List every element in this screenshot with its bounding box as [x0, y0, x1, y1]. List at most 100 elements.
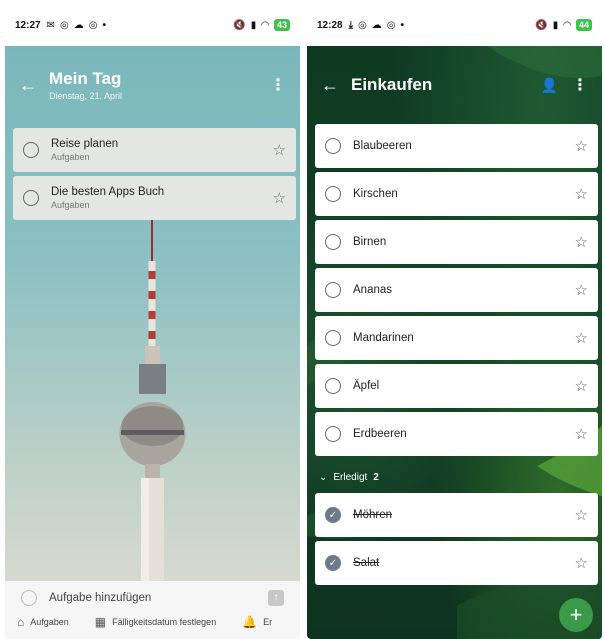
due-date-option-label[interactable]: Fälligkeitsdatum festlegen	[112, 617, 216, 627]
completed-label: Erledigt	[333, 471, 368, 483]
phone-right-shopping-list: 12:28 ⤓ ◎ ☁ ◎ • 🔇 ▮ ◠ 44 ← Einkaufen 👤 ⋮	[307, 4, 602, 639]
status-bar: 12:27 ✉ ◎ ☁ ◎ • 🔇 ▮ ◠ 43	[5, 4, 300, 46]
instagram-icon: ◎	[386, 19, 396, 31]
complete-checkbox[interactable]	[325, 330, 341, 346]
instagram-icon: ◎	[59, 19, 69, 31]
more-vertical-icon[interactable]: ⋮	[572, 75, 588, 95]
complete-checkbox[interactable]	[325, 282, 341, 298]
star-outline-icon[interactable]: ☆	[575, 554, 588, 572]
completed-task-item[interactable]: ✓ Möhren ☆	[315, 493, 598, 537]
star-outline-icon[interactable]: ☆	[575, 233, 588, 251]
task-title: Die besten Apps Buch	[51, 186, 165, 198]
signal-icon: ▮	[250, 19, 257, 31]
task-item[interactable]: Die besten Apps Buch Aufgaben ☆	[13, 176, 296, 220]
instagram-icon: ◎	[88, 19, 98, 31]
task-title: Blaubeeren	[353, 140, 412, 152]
mail-icon: ✉	[46, 19, 55, 31]
star-outline-icon[interactable]: ☆	[575, 425, 588, 443]
task-title: Möhren	[353, 509, 392, 521]
task-title: Ananas	[353, 284, 393, 296]
list-option-label[interactable]: Aufgaben	[30, 617, 69, 627]
task-item[interactable]: Birnen ☆	[315, 220, 598, 264]
complete-checkbox[interactable]	[325, 234, 341, 250]
star-outline-icon[interactable]: ☆	[575, 506, 588, 524]
status-time: 12:28	[317, 19, 343, 31]
complete-checkbox[interactable]	[325, 186, 341, 202]
task-item[interactable]: Erdbeeren ☆	[315, 412, 598, 456]
chevron-down-icon: ⌄	[319, 471, 328, 483]
more-vertical-icon[interactable]: ⋮	[270, 75, 286, 95]
complete-checkbox[interactable]	[23, 190, 39, 206]
task-item[interactable]: Reise planen Aufgaben ☆	[13, 128, 296, 172]
completed-section-toggle[interactable]: ⌄ Erledigt 2	[319, 467, 379, 487]
add-task-input[interactable]: Aufgabe hinzufügen	[49, 592, 151, 604]
task-title: Äpfel	[353, 380, 380, 392]
bell-icon[interactable]: 🔔	[242, 615, 257, 629]
notification-icons: ⤓ ◎ ☁ ◎ •	[349, 20, 404, 31]
complete-checkbox[interactable]	[325, 378, 341, 394]
dot-icon: •	[400, 19, 404, 31]
checkmark-icon[interactable]: ✓	[325, 555, 341, 571]
battery-indicator: 43	[273, 19, 290, 31]
instagram-icon: ◎	[358, 19, 367, 31]
task-item[interactable]: Mandarinen ☆	[315, 316, 598, 360]
task-title: Erdbeeren	[353, 428, 407, 440]
task-list-name: Aufgaben	[51, 152, 90, 162]
system-icons: 🔇 ▮ ◠ 44	[535, 19, 592, 31]
star-outline-icon[interactable]: ☆	[575, 329, 588, 347]
add-task-row[interactable]: Aufgabe hinzufügen ↑	[5, 581, 300, 607]
wifi-icon: ◠	[563, 19, 571, 31]
system-icons: 🔇 ▮ ◠ 43	[233, 19, 290, 31]
task-list-name: Aufgaben	[51, 200, 90, 210]
cloud-icon: ☁	[371, 19, 382, 31]
add-task-bar: Aufgabe hinzufügen ↑ ⌂ Aufgaben ▦ Fällig…	[5, 581, 300, 639]
back-arrow-icon[interactable]: ←	[19, 75, 45, 96]
page-title: Einkaufen	[351, 75, 433, 94]
mute-icon: 🔇	[535, 19, 548, 31]
task-item[interactable]: Kirschen ☆	[315, 172, 598, 216]
task-title: Kirschen	[353, 188, 398, 200]
submit-arrow-icon[interactable]: ↑	[268, 589, 284, 606]
checkmark-icon[interactable]: ✓	[325, 507, 341, 523]
mute-icon: 🔇	[233, 19, 246, 31]
task-item[interactable]: Blaubeeren ☆	[315, 124, 598, 168]
list-header: ← Einkaufen 👤 ⋮	[307, 46, 602, 124]
signal-icon: ▮	[552, 19, 559, 31]
task-title: Birnen	[353, 236, 387, 248]
dot-icon: •	[102, 19, 106, 31]
plus-icon: +	[569, 602, 583, 627]
star-outline-icon[interactable]: ☆	[273, 141, 286, 159]
list-header: ← Mein Tag Dienstag, 21. April ⋮	[5, 46, 300, 124]
tv-tower-image	[119, 216, 186, 586]
star-outline-icon[interactable]: ☆	[575, 185, 588, 203]
star-outline-icon[interactable]: ☆	[575, 137, 588, 155]
complete-checkbox[interactable]	[325, 138, 341, 154]
page-title: Mein Tag	[49, 69, 122, 88]
star-outline-icon[interactable]: ☆	[575, 281, 588, 299]
home-icon[interactable]: ⌂	[17, 615, 24, 629]
battery-indicator: 44	[575, 19, 592, 31]
add-task-circle	[21, 589, 37, 606]
reminder-option-label[interactable]: Er	[263, 617, 272, 627]
notification-icons: ✉ ◎ ☁ ◎ •	[47, 20, 106, 31]
add-task-fab[interactable]: +	[559, 598, 593, 632]
task-title: Mandarinen	[353, 332, 414, 344]
task-item[interactable]: Äpfel ☆	[315, 364, 598, 408]
complete-checkbox[interactable]	[23, 142, 39, 158]
cloud-icon: ☁	[73, 19, 84, 31]
completed-count: 2	[373, 471, 379, 483]
complete-checkbox[interactable]	[325, 426, 341, 442]
share-person-icon[interactable]: 👤	[541, 77, 558, 94]
back-arrow-icon[interactable]: ←	[321, 75, 347, 96]
task-title: Reise planen	[51, 138, 119, 150]
phone-left-my-day: 12:27 ✉ ◎ ☁ ◎ • 🔇 ▮ ◠ 43 ← Mein Tag Dien…	[5, 4, 300, 639]
star-outline-icon[interactable]: ☆	[273, 189, 286, 207]
task-options-toolbar: ⌂ Aufgaben ▦ Fälligkeitsdatum festlegen …	[5, 607, 300, 629]
star-outline-icon[interactable]: ☆	[575, 377, 588, 395]
calendar-icon[interactable]: ▦	[95, 615, 106, 629]
status-time: 12:27	[15, 19, 41, 31]
download-icon: ⤓	[348, 19, 353, 31]
status-bar: 12:28 ⤓ ◎ ☁ ◎ • 🔇 ▮ ◠ 44	[307, 4, 602, 46]
task-item[interactable]: Ananas ☆	[315, 268, 598, 312]
completed-task-item[interactable]: ✓ Salat ☆	[315, 541, 598, 585]
